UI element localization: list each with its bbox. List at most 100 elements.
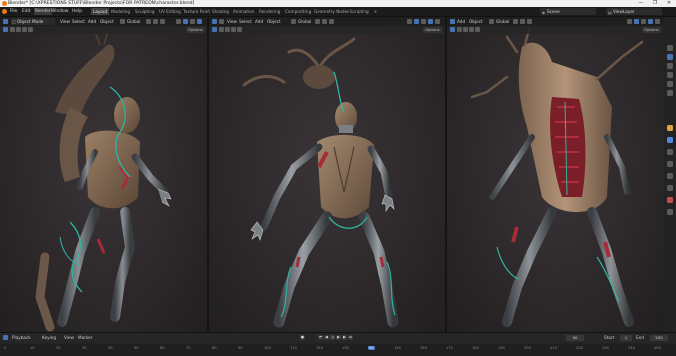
visibility-icon[interactable] bbox=[176, 19, 181, 24]
select-menu[interactable]: Select bbox=[72, 18, 85, 25]
current-frame-field[interactable]: 50 bbox=[566, 335, 584, 341]
tab-rendering[interactable]: Rendering bbox=[257, 8, 282, 15]
tab-layout[interactable]: Layout bbox=[91, 8, 110, 15]
maximize-button[interactable]: ❐ bbox=[648, 0, 662, 7]
menu-help[interactable]: Help bbox=[72, 8, 82, 15]
shading-options-icon[interactable] bbox=[435, 19, 440, 24]
constraints-tab-icon[interactable] bbox=[667, 173, 673, 179]
physics-tab-icon[interactable] bbox=[667, 161, 673, 167]
object-menu[interactable]: Object bbox=[469, 18, 483, 25]
editor-type-icon[interactable] bbox=[450, 19, 455, 24]
render-tab-icon[interactable] bbox=[667, 54, 673, 60]
select-intersect-icon[interactable] bbox=[237, 27, 242, 32]
object-menu[interactable]: Object bbox=[100, 18, 114, 25]
mode-selector[interactable]: ▢ Object Mode bbox=[11, 18, 55, 25]
select-extend-icon[interactable] bbox=[457, 27, 462, 32]
output-tab-icon[interactable] bbox=[667, 63, 673, 69]
view-layer-selector[interactable]: ▤ ViewLayer bbox=[606, 8, 662, 15]
select-box-icon[interactable] bbox=[212, 27, 217, 32]
pivot-icon[interactable] bbox=[315, 19, 320, 24]
xray-icon[interactable] bbox=[190, 19, 195, 24]
menu-file[interactable]: File bbox=[10, 8, 17, 15]
viewport-left[interactable]: ▢ Object Mode View Select Add Object Glo… bbox=[0, 17, 207, 332]
view-layer-tab-icon[interactable] bbox=[667, 72, 673, 78]
select-box-icon[interactable] bbox=[450, 27, 455, 32]
select-extend-icon[interactable] bbox=[219, 27, 224, 32]
object-tab-icon[interactable] bbox=[667, 125, 673, 131]
jump-prev-key-icon[interactable]: ◀ bbox=[324, 335, 329, 340]
shading-icon[interactable] bbox=[648, 19, 653, 24]
visibility-icon[interactable] bbox=[627, 19, 632, 24]
shading-icon[interactable] bbox=[428, 19, 433, 24]
menu-edit[interactable]: Edit bbox=[22, 8, 31, 15]
shading-options-icon[interactable] bbox=[655, 19, 660, 24]
timeline-ruler[interactable]: 0 10 20 30 40 50 60 70 80 90 100 110 120… bbox=[0, 344, 676, 356]
visibility-icon[interactable] bbox=[407, 19, 412, 24]
texture-tab-icon[interactable] bbox=[667, 209, 673, 215]
minimize-button[interactable]: — bbox=[634, 0, 648, 7]
xray-icon[interactable] bbox=[641, 19, 646, 24]
transform-orientation-icon[interactable] bbox=[120, 19, 125, 24]
end-frame-field[interactable]: 250 bbox=[650, 335, 668, 341]
material-tab-icon[interactable] bbox=[667, 197, 673, 203]
jump-end-icon[interactable]: ⏭ bbox=[348, 335, 353, 340]
blender-menu-icon[interactable] bbox=[2, 9, 7, 14]
tab-uv-editing[interactable]: UV Editing bbox=[157, 8, 183, 15]
particles-tab-icon[interactable] bbox=[667, 149, 673, 155]
tab-compositing[interactable]: Compositing bbox=[283, 8, 313, 15]
keying-menu[interactable]: Keying bbox=[42, 334, 56, 341]
options-dropdown[interactable]: Options bbox=[642, 27, 661, 33]
world-tab-icon[interactable] bbox=[667, 90, 673, 96]
select-invert-icon[interactable] bbox=[22, 27, 27, 32]
editor-type-icon[interactable] bbox=[3, 19, 8, 24]
tab-modeling[interactable]: Modeling bbox=[109, 8, 132, 15]
select-subtract-icon[interactable] bbox=[225, 27, 230, 32]
menu-render[interactable]: Render bbox=[34, 8, 52, 15]
add-menu[interactable]: Add bbox=[255, 18, 263, 25]
overlays-icon[interactable] bbox=[634, 19, 639, 24]
proportional-edit-icon[interactable] bbox=[160, 19, 165, 24]
snap-icon[interactable] bbox=[520, 19, 525, 24]
data-tab-icon[interactable] bbox=[667, 185, 673, 191]
transform-orientation[interactable]: Global bbox=[298, 18, 311, 25]
options-dropdown[interactable]: Options bbox=[423, 27, 442, 33]
modifiers-tab-icon[interactable] bbox=[667, 137, 673, 143]
playback-menu[interactable]: Playback bbox=[12, 334, 31, 341]
jump-start-icon[interactable]: ⏮ bbox=[318, 335, 323, 340]
select-box-icon[interactable] bbox=[3, 27, 8, 32]
add-menu[interactable]: Add bbox=[88, 18, 96, 25]
play-icon[interactable]: ▶ bbox=[336, 335, 341, 340]
transform-orientation[interactable]: Global bbox=[496, 18, 509, 25]
proportional-edit-icon[interactable] bbox=[329, 19, 334, 24]
add-workspace-button[interactable]: + bbox=[372, 8, 380, 15]
jump-next-key-icon[interactable]: ▶ bbox=[342, 335, 347, 340]
menu-window[interactable]: Window bbox=[51, 8, 68, 15]
xray-icon[interactable] bbox=[421, 19, 426, 24]
select-subtract-icon[interactable] bbox=[16, 27, 21, 32]
tab-geometry-nodes[interactable]: Geometry Nodes bbox=[312, 8, 351, 15]
select-subtract-icon[interactable] bbox=[463, 27, 468, 32]
select-intersect-icon[interactable] bbox=[28, 27, 33, 32]
shading-icon[interactable] bbox=[197, 19, 202, 24]
proportional-edit-icon[interactable] bbox=[527, 19, 532, 24]
select-invert-icon[interactable] bbox=[231, 27, 236, 32]
overlays-icon[interactable] bbox=[183, 19, 188, 24]
object-menu[interactable]: Object bbox=[267, 18, 281, 25]
start-frame-field[interactable]: 1 bbox=[620, 335, 632, 341]
timeline-editor-icon[interactable] bbox=[3, 335, 8, 340]
editor-type-icon[interactable] bbox=[212, 19, 217, 24]
tab-shading[interactable]: Shading bbox=[210, 8, 231, 15]
viewport-right[interactable]: Add Object Global Options bbox=[447, 17, 664, 332]
tab-texture-paint[interactable]: Texture Paint bbox=[181, 8, 212, 15]
scene-selector[interactable]: ◈ Scene bbox=[540, 8, 596, 15]
tab-scripting[interactable]: Scripting bbox=[348, 8, 371, 15]
view-menu[interactable]: View bbox=[227, 18, 237, 25]
close-button[interactable]: ✕ bbox=[662, 0, 676, 7]
transform-orientation[interactable]: Global bbox=[127, 18, 140, 25]
select-extend-icon[interactable] bbox=[10, 27, 15, 32]
tab-sculpting[interactable]: Sculpting bbox=[133, 8, 157, 15]
snap-icon[interactable] bbox=[153, 19, 158, 24]
viewport-center[interactable]: View Select Add Object Global Options bbox=[209, 17, 445, 332]
select-menu[interactable]: Select bbox=[239, 18, 252, 25]
view-menu[interactable]: View bbox=[60, 18, 70, 25]
